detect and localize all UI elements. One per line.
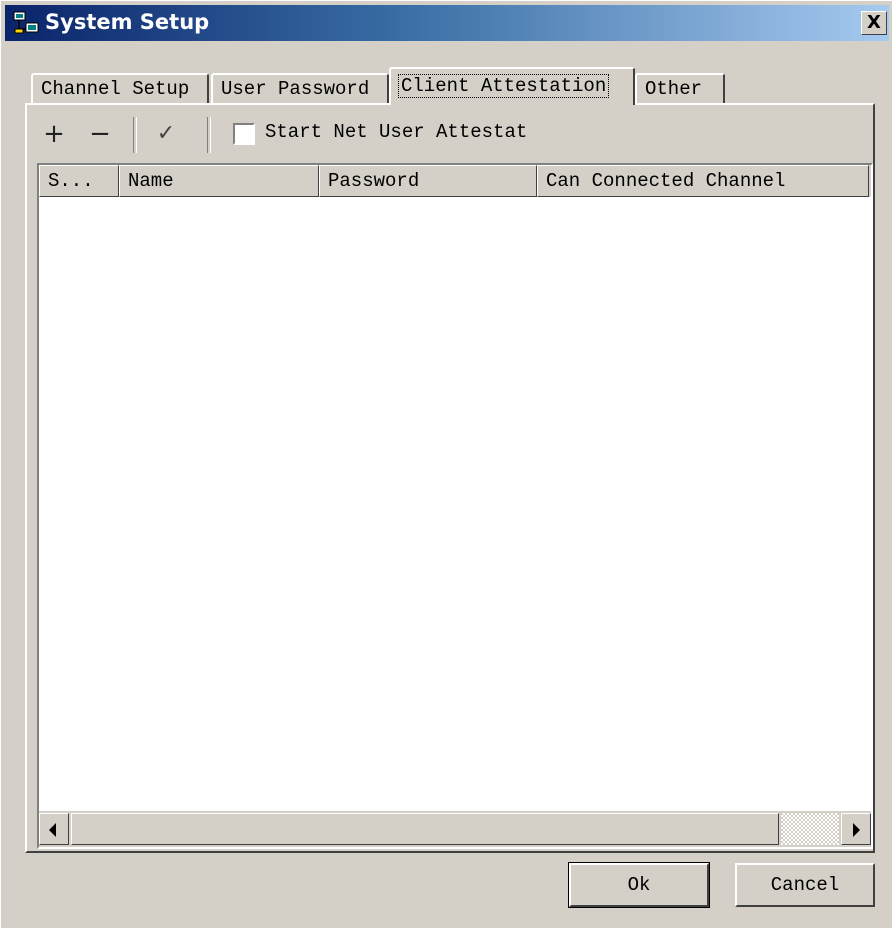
arrow-right-icon <box>853 823 860 837</box>
scroll-left-button[interactable] <box>39 813 69 845</box>
tab-channel-setup-label: Channel Setup <box>41 78 190 100</box>
column-header-name[interactable]: Name <box>119 165 319 197</box>
start-net-user-attestation-label[interactable]: Start Net User Attestat <box>265 121 527 143</box>
start-net-user-attestation-checkbox[interactable] <box>233 123 255 145</box>
remove-user-button[interactable]: − <box>85 119 115 149</box>
scroll-right-button[interactable] <box>841 813 871 845</box>
tab-client-attestation-label: Client Attestation <box>397 74 610 98</box>
window-title: System Setup <box>45 10 210 34</box>
system-setup-dialog: System Setup X Channel Setup User Passwo… <box>0 0 892 928</box>
tab-other-label: Other <box>645 78 703 100</box>
close-icon: X <box>867 12 881 33</box>
list-header: S... Name Password Can Connected Channel <box>39 165 871 197</box>
user-list[interactable]: S... Name Password Can Connected Channel <box>37 163 873 849</box>
horizontal-scrollbar[interactable] <box>39 811 871 847</box>
plus-icon: + <box>43 119 65 149</box>
toolbar-separator <box>133 117 137 153</box>
title-bar[interactable]: System Setup X <box>5 5 889 41</box>
ok-button[interactable]: Ok <box>568 862 710 908</box>
check-icon: ✓ <box>156 121 176 146</box>
scrollbar-thumb[interactable] <box>71 813 779 845</box>
tab-channel-setup[interactable]: Channel Setup <box>31 73 209 103</box>
tab-other[interactable]: Other <box>635 73 725 103</box>
arrow-left-icon <box>49 823 56 837</box>
confirm-button[interactable]: ✓ <box>151 119 181 149</box>
add-user-button[interactable]: + <box>39 119 69 149</box>
cancel-button[interactable]: Cancel <box>735 863 875 907</box>
minus-icon: − <box>89 119 111 149</box>
tab-user-password-label: User Password <box>221 78 370 100</box>
column-header-status[interactable]: S... <box>39 165 119 197</box>
column-header-can-connected-channel[interactable]: Can Connected Channel <box>537 165 869 197</box>
tab-panel-client-attestation: + − ✓ Start Net User Attestat S... Name … <box>25 103 875 853</box>
network-computers-icon <box>13 11 39 34</box>
close-button[interactable]: X <box>861 11 887 35</box>
column-header-password[interactable]: Password <box>319 165 537 197</box>
tab-user-password[interactable]: User Password <box>211 73 389 103</box>
scrollbar-track[interactable] <box>781 813 839 845</box>
toolbar-separator <box>207 117 211 153</box>
tab-client-attestation[interactable]: Client Attestation <box>389 67 635 105</box>
